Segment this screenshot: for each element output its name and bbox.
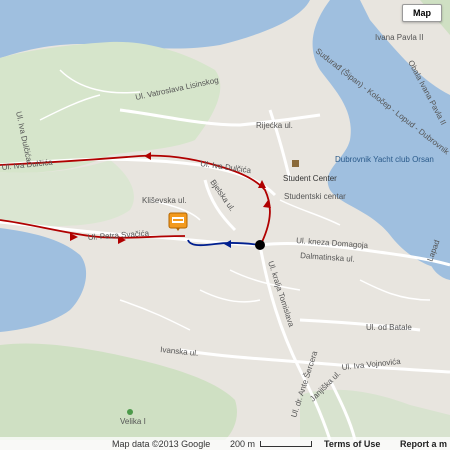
label-dubrovnik: Dubrovnik Yacht club Orsan	[335, 155, 434, 164]
label-batale: Ul. od Batale	[366, 323, 412, 332]
label-velika: Velika I	[120, 417, 146, 426]
map-type-button[interactable]: Map	[402, 4, 442, 22]
scale-bar	[260, 441, 312, 447]
label-kliseska: Kliševska ul.	[142, 196, 186, 205]
park-icon	[127, 409, 133, 415]
hotel-marker[interactable]	[168, 212, 188, 232]
route-start-dot[interactable]	[255, 240, 265, 250]
report-error-link[interactable]: Report a m	[400, 439, 447, 449]
map-data-attribution: Map data ©2013 Google	[112, 439, 211, 449]
label-ivana: Ivana Pavla II	[375, 33, 423, 42]
label-rijecka: Rijećka ul.	[256, 121, 293, 130]
label-student-center: Student Center	[283, 174, 337, 183]
map-footer: Map data ©2013 Google 200 m Terms of Use…	[0, 437, 450, 450]
hotel-marker-icon	[168, 212, 188, 231]
map-canvas[interactable]: Sudurađ (Šipan) - Koločep - Lopud - Dubr…	[0, 0, 450, 450]
scale-label: 200 m	[230, 439, 256, 449]
school-icon	[292, 160, 299, 167]
map-view[interactable]: Sudurađ (Šipan) - Koločep - Lopud - Dubr…	[0, 0, 450, 450]
label-studentski: Studentski centar	[284, 192, 346, 201]
terms-of-use-link[interactable]: Terms of Use	[324, 439, 380, 449]
